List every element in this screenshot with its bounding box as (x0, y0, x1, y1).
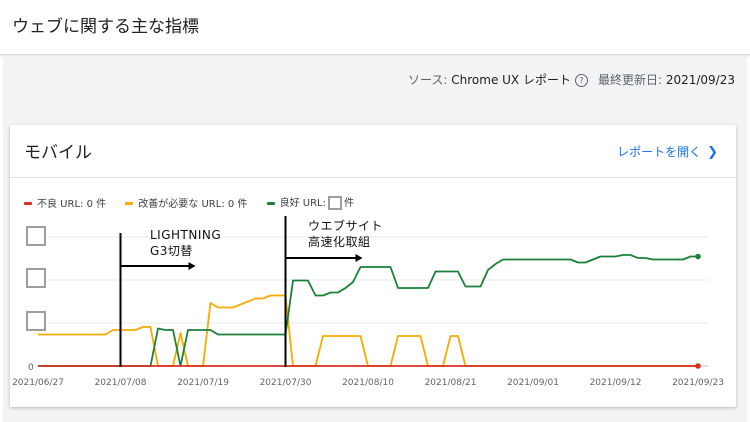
x-tick-label: 2021/09/23 (672, 378, 724, 388)
annotation-arrow-head-0 (188, 262, 196, 270)
x-tick-label: 2021/07/08 (95, 378, 147, 388)
x-tick-label: 2021/09/12 (590, 378, 642, 388)
y-tick-label-0: 0 (28, 363, 34, 373)
page-header: ウェブに関する主な指標 (0, 0, 750, 55)
line-chart: 0 2021/06/27 2021/07/08 2021/07/19 2021/07/3… (12, 216, 724, 388)
source-value: Chrome UX レポート (451, 73, 571, 87)
y-tick-box-2 (26, 268, 46, 288)
source-line: ソース: Chrome UX レポート? 最終更新日: 2021/09/23 (408, 71, 735, 88)
annotation-speedup-text: ウエブサイト 高速化取組 (308, 218, 383, 250)
updated-label: 最終更新日: (597, 73, 666, 87)
page-title: ウェブに関する主な指標 (12, 17, 199, 37)
help-circle-icon[interactable]: ? (574, 74, 588, 87)
y-tick-box-3 (26, 311, 46, 331)
series-line-1 (38, 294, 698, 367)
annotation-lightning-text: LIGHTNING G3切替 (150, 227, 221, 259)
source-label: ソース: (408, 73, 452, 87)
series-end-point-0 (695, 363, 701, 369)
x-tick-label: 2021/08/21 (425, 378, 477, 388)
annotation-speedup-line1: ウエブサイト (308, 219, 384, 233)
annotation-arrow-head-1 (355, 254, 363, 262)
x-tick-label: 2021/06/27 (12, 378, 64, 388)
annotation-lightning-line1: LIGHTNING (150, 228, 222, 242)
updated-value: 2021/09/23 (665, 73, 735, 87)
mobile-card: モバイル レポートを開く ❯ 不良 URL: 0 件 改善が必要な URL: 0 … (10, 125, 736, 407)
annotation-speedup-line2: 高速化取組 (308, 235, 371, 249)
x-tick-label: 2021/09/01 (507, 378, 559, 388)
y-tick-box-1 (26, 226, 46, 246)
series-end-point-2 (695, 253, 701, 260)
x-tick-label: 2021/08/10 (342, 378, 394, 388)
annotation-lightning-line2: G3切替 (150, 244, 193, 258)
series-line-2 (38, 254, 698, 367)
x-tick-label: 2021/07/30 (260, 378, 312, 388)
x-tick-label: 2021/07/19 (177, 378, 229, 388)
